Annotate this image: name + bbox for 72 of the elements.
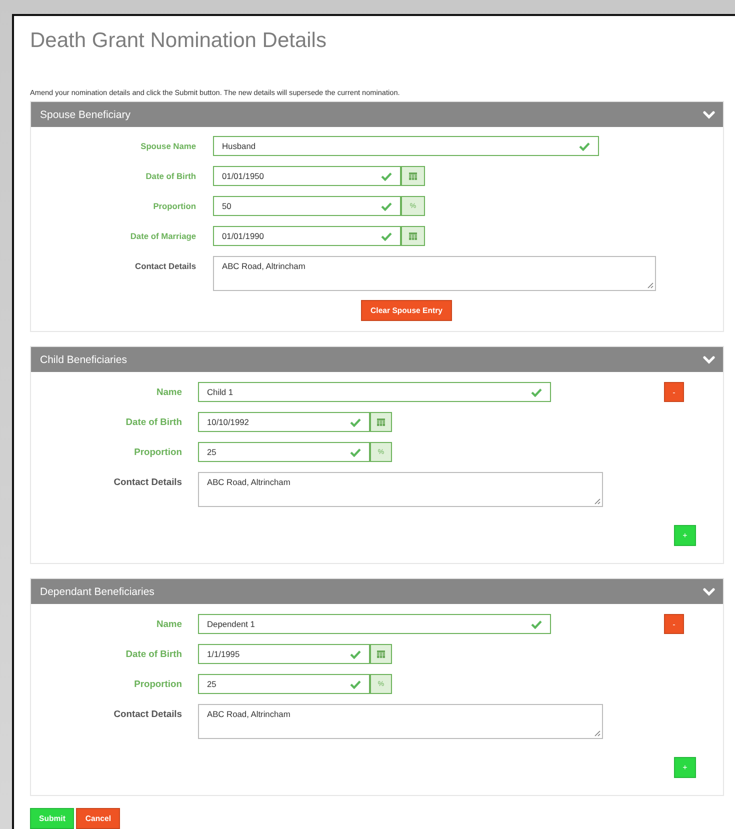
- calendar-icon: [409, 232, 417, 240]
- checkmark-icon: [381, 232, 392, 240]
- calendar-button[interactable]: [401, 226, 425, 246]
- field-label: Proportion: [133, 445, 182, 459]
- contact-details-field[interactable]: ABC Road, Altrincham: [198, 704, 603, 739]
- field-value: 50: [222, 201, 232, 211]
- checkmark-icon: [381, 202, 392, 210]
- field-value: 1/1/1995: [207, 649, 240, 659]
- checkmark-icon: [350, 418, 361, 426]
- field-label: Contact Details: [112, 707, 182, 721]
- field-label: Date of Birth: [144, 170, 196, 183]
- checkmark-icon: [381, 172, 392, 180]
- calendar-button[interactable]: [401, 166, 425, 186]
- calendar-button[interactable]: [370, 412, 392, 432]
- chevron-icon[interactable]: [703, 354, 715, 366]
- section-header[interactable]: Dependant Beneficiaries: [31, 579, 723, 604]
- calendar-icon: [377, 418, 385, 426]
- calendar-button[interactable]: [370, 644, 392, 664]
- section-header[interactable]: Spouse Beneficiary: [31, 102, 723, 127]
- input-field[interactable]: Husband: [213, 136, 599, 156]
- checkmark-icon: [350, 650, 361, 658]
- field-label: Spouse Name: [140, 140, 196, 153]
- input-field[interactable]: Dependent 1: [198, 614, 551, 634]
- input-field[interactable]: 1/1/1995: [198, 644, 370, 664]
- field-label: Contact Details: [134, 260, 196, 273]
- field-value: 25: [207, 447, 216, 457]
- section-title: Dependant Beneficiaries: [40, 586, 154, 598]
- field-value: Husband: [222, 141, 256, 151]
- calendar-icon: [377, 650, 385, 658]
- field-label: Date of Birth: [124, 647, 182, 661]
- resize-grip-icon[interactable]: [594, 498, 601, 505]
- remove-button[interactable]: -: [664, 614, 684, 634]
- field-label: Date of Marriage: [129, 230, 196, 243]
- field-value: ABC Road, Altrincham: [207, 477, 290, 487]
- input-field[interactable]: 10/10/1992: [198, 412, 370, 432]
- field-label: Proportion: [152, 200, 196, 213]
- contact-details-field[interactable]: ABC Road, Altrincham: [213, 256, 656, 291]
- input-field[interactable]: Child 1: [198, 382, 551, 402]
- field-label: Name: [155, 385, 182, 399]
- chevron-icon[interactable]: [703, 586, 715, 598]
- field-value: ABC Road, Altrincham: [207, 709, 290, 719]
- input-field[interactable]: 01/01/1990: [213, 226, 401, 246]
- input-field[interactable]: 25: [198, 442, 370, 462]
- input-field[interactable]: 25: [198, 674, 370, 694]
- checkmark-icon: [531, 388, 542, 396]
- section-header[interactable]: Child Beneficiaries: [31, 347, 723, 372]
- field-label: Contact Details: [112, 475, 182, 489]
- field-label: Date of Birth: [124, 415, 182, 429]
- chevron-icon[interactable]: [703, 108, 715, 120]
- calendar-icon: [409, 172, 417, 180]
- field-value: 25: [207, 679, 216, 689]
- remove-button[interactable]: -: [664, 382, 684, 402]
- field-label: Name: [155, 617, 182, 631]
- checkmark-icon: [350, 680, 361, 688]
- section-title: Child Beneficiaries: [40, 354, 127, 366]
- field-value: Child 1: [207, 387, 234, 397]
- field-value: 10/10/1992: [207, 417, 249, 427]
- field-value: Dependent 1: [207, 619, 255, 629]
- checkmark-icon: [579, 142, 590, 150]
- input-field[interactable]: 50: [213, 196, 401, 216]
- field-value: 01/01/1950: [222, 171, 264, 181]
- contact-details-field[interactable]: ABC Road, Altrincham: [198, 472, 603, 507]
- page-title: Death Grant Nomination Details: [30, 28, 328, 54]
- input-field[interactable]: 01/01/1950: [213, 166, 401, 186]
- field-value: 01/01/1990: [222, 231, 264, 241]
- resize-grip-icon[interactable]: [647, 282, 654, 289]
- checkmark-icon: [531, 620, 542, 628]
- section-title: Spouse Beneficiary: [40, 108, 130, 120]
- resize-grip-icon[interactable]: [594, 730, 601, 737]
- checkmark-icon: [350, 448, 361, 456]
- field-label: Proportion: [133, 677, 182, 691]
- field-value: ABC Road, Altrincham: [222, 261, 306, 271]
